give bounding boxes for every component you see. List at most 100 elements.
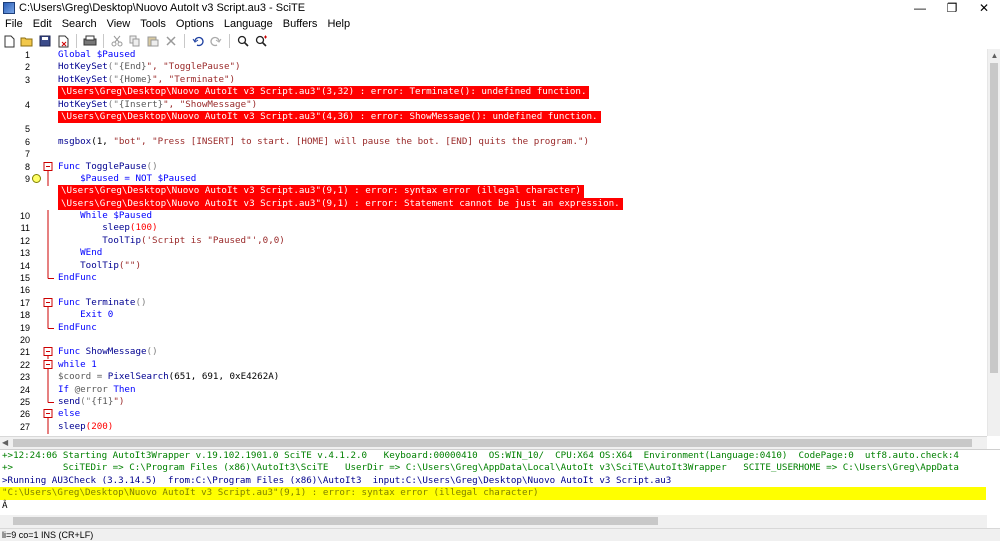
fold-toggle-icon[interactable] [43,161,57,174]
code-text: Func TogglePause() [58,161,158,173]
editor-horizontal-scrollbar[interactable]: ◀ [0,436,987,449]
minimize-button[interactable]: — [904,0,936,16]
code-line[interactable]: 21 Func ShowMessage() [0,346,987,360]
code-line[interactable]: 6 msgbox(1, "bot", "Press [INSERT] to sta… [0,136,987,148]
fold-toggle-icon[interactable] [43,408,57,422]
new-file-icon[interactable] [0,33,18,49]
code-line[interactable]: 16 [0,284,987,296]
menu-file[interactable]: File [0,18,28,30]
error-annotation[interactable]: \Users\Greg\Desktop\Nuovo AutoIt v3 Scri… [0,86,987,99]
code-text: While $Paused [58,210,152,222]
save-icon[interactable] [36,33,54,49]
replace-icon[interactable] [252,33,270,49]
scrollbar-thumb[interactable] [13,439,972,447]
cut-icon[interactable] [108,33,126,49]
code-line[interactable]: 9 $Paused = NOT $Paused [0,172,987,186]
delete-icon[interactable] [162,33,180,49]
error-annotation[interactable]: \Users\Greg\Desktop\Nuovo AutoIt v3 Scri… [0,197,987,211]
code-line[interactable]: 11 sleep(100) [0,222,987,236]
output-horizontal-scrollbar[interactable] [0,515,987,528]
code-line[interactable]: 26 else [0,408,987,422]
code-line[interactable]: 20 [0,334,987,346]
menu-help[interactable]: Help [322,18,355,30]
code-line[interactable]: 4 HotKeySet("{Insert}", "ShowMessage") [0,99,987,111]
print-icon[interactable] [81,33,99,49]
find-icon[interactable] [234,33,252,49]
line-number: 1 [24,50,30,60]
open-file-icon[interactable] [18,33,36,49]
output-line: Â [2,499,8,511]
output-pane[interactable]: +>12:24:06 Starting AutoIt3Wrapper v.19.… [0,449,1000,516]
scroll-up-icon[interactable]: ▲ [988,49,1000,61]
code-line[interactable]: 18 Exit 0 [0,309,987,323]
menu-search[interactable]: Search [57,18,102,30]
fold-toggle-icon[interactable] [43,359,57,372]
code-editor[interactable]: 1 Global $Paused 2 HotKeySet("{End}", "Togg… [0,49,987,436]
code-line[interactable]: 5 [0,123,987,135]
code-line[interactable]: 2 HotKeySet("{End}", "TogglePause") [0,61,987,73]
menu-edit[interactable]: Edit [28,18,57,30]
fold-toggle-icon[interactable] [43,297,57,310]
scrollbar-thumb[interactable] [13,517,658,525]
error-annotation[interactable]: \Users\Greg\Desktop\Nuovo AutoIt v3 Scri… [0,110,987,124]
code-token: else [58,408,81,420]
error-annotation[interactable]: \Users\Greg\Desktop\Nuovo AutoIt v3 Scri… [0,185,987,198]
code-line[interactable]: 7 [0,148,987,160]
line-number: 9 [24,173,30,184]
menu-view[interactable]: View [102,18,136,30]
code-line[interactable]: 1 Global $Paused [0,49,987,61]
paste-icon[interactable] [144,33,162,49]
close-file-icon[interactable] [54,33,72,49]
code-token: HotKeySet [58,73,108,85]
code-token: HotKeySet [58,61,108,73]
code-line[interactable]: 24 If @error Then [0,383,987,397]
code-token: @error [74,383,108,395]
code-token: ("") [118,259,141,271]
redo-icon[interactable] [207,33,225,49]
fold-line [43,259,57,273]
code-text: If @error Then [58,384,135,396]
code-line[interactable]: 8 Func TogglePause() [0,161,987,174]
line-number: 2 [24,62,30,73]
code-token: Exit 0 [58,309,114,321]
line-number: 5 [24,124,30,135]
code-line[interactable]: 27 sleep(200) [0,420,987,434]
code-line[interactable]: 22 while 1 [0,358,987,372]
code-token: while 1 [58,358,97,370]
code-line[interactable]: 10 While $Paused [0,210,987,224]
line-number: 26 [19,409,30,420]
code-text: HotKeySet("{Insert}", "ShowMessage") [58,99,257,111]
code-token: Func [58,296,86,308]
editor-vertical-scrollbar[interactable]: ▲ [987,49,1000,436]
code-line[interactable]: 13 WEnd [0,247,987,261]
line-number: 15 [19,273,30,284]
code-line[interactable]: 17 Func Terminate() [0,296,987,310]
code-line[interactable]: 3 HotKeySet("{Home}", "Terminate") [0,74,987,86]
maximize-button[interactable]: ❐ [936,0,968,16]
toolbar [0,33,1000,50]
close-button[interactable]: ✕ [968,0,1000,16]
code-token: ", "TogglePause") [146,61,241,73]
copy-icon[interactable] [126,33,144,49]
code-text: $Paused = NOT $Paused [58,173,196,185]
code-line[interactable]: 12 ToolTip('Script is "Paused"',0,0) [0,234,987,248]
code-text: else [58,408,80,420]
scrollbar-thumb[interactable] [990,63,998,373]
code-line[interactable]: 19 EndFunc [0,321,987,334]
undo-icon[interactable] [189,33,207,49]
toolbar-separator [103,34,104,48]
code-line[interactable]: 15 EndFunc [0,272,987,284]
fold-toggle-icon[interactable] [43,346,57,360]
line-number: 10 [19,211,30,222]
scroll-left-icon[interactable]: ◀ [2,437,8,449]
menu-language[interactable]: Language [219,18,278,30]
menu-options[interactable]: Options [171,18,219,30]
code-token: {Insert} [118,98,164,110]
line-number: 3 [24,74,30,85]
line-number: 18 [19,310,30,321]
code-line[interactable]: 14 ToolTip("") [0,259,987,273]
menu-buffers[interactable]: Buffers [278,18,323,30]
menu-tools[interactable]: Tools [135,18,171,30]
code-line[interactable]: 23 $coord = PixelSearch(651, 691, 0xE4262… [0,371,987,385]
code-line[interactable]: 25 send("{f1}") [0,395,987,408]
